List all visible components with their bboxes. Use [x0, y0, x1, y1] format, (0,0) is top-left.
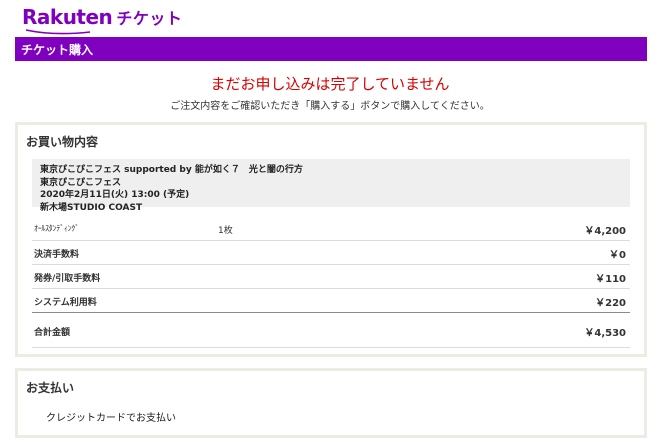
event-subtitle: 東京ぴこぴこフェス — [40, 177, 122, 188]
price-row-label: 発券/引取手数料 — [34, 274, 101, 284]
event-info: 東京ぴこぴこフェス supported by 能が如く７ 光と闇の行方 東京ぴこ… — [32, 159, 630, 213]
total-label: 合計金額 — [34, 328, 71, 338]
price-row-amount: ￥110 — [595, 274, 626, 285]
logo-product-text: チケット — [116, 9, 183, 28]
price-row-total: 合計金額 ￥4,530 — [32, 313, 630, 348]
purchase-heading: お買い物内容 — [26, 135, 99, 149]
confirm-instruction: ご注文内容をご確認いただき「購入する」ボタンで購入してください。 — [170, 101, 490, 112]
price-row-ticket: ｵｰﾙｽﾀﾝﾃﾞｨﾝｸﾞ 1枚 ￥4,200 — [32, 217, 630, 241]
event-datetime: 2020年2月11日(火) 13:00 (予定) — [40, 190, 190, 200]
payment-heading: お支払い — [26, 381, 75, 395]
incomplete-warning: まだお申し込みは完了していません — [210, 75, 450, 93]
purchase-summary-panel: お買い物内容 東京ぴこぴこフェス supported by 能が如く７ 光と闇の… — [15, 122, 647, 357]
price-row-system-fee: システム利用料 ￥220 — [32, 289, 630, 313]
price-row-amount: ￥220 — [595, 298, 626, 309]
event-venue: 新木場STUDIO COAST — [40, 202, 143, 213]
price-table: ｵｰﾙｽﾀﾝﾃﾞｨﾝｸﾞ 1枚 ￥4,200 決済手数料 ￥0 発券/引取手数料… — [32, 217, 630, 348]
price-row-label: 決済手数料 — [34, 250, 80, 260]
price-row-amount: ￥4,200 — [584, 226, 626, 237]
price-row-payment-fee: 決済手数料 ￥0 — [32, 241, 630, 265]
event-name: 東京ぴこぴこフェス supported by 能が如く７ 光と闇の行方 — [40, 165, 303, 175]
price-row-issue-fee: 発券/引取手数料 ￥110 — [32, 265, 630, 289]
price-row-qty: 1枚 — [218, 226, 233, 236]
logo-swoosh-icon — [25, 29, 91, 35]
total-amount: ￥4,530 — [584, 328, 626, 339]
logo-brand-text: Rakuten — [22, 5, 113, 29]
page-title: チケット購入 — [21, 42, 94, 57]
rakuten-ticket-logo[interactable]: Rakuten チケット — [22, 5, 182, 29]
payment-method-label: クレジットカードでお支払い — [46, 413, 176, 424]
payment-panel: お支払い クレジットカードでお支払い — [15, 368, 647, 438]
page-title-bar: チケット購入 — [15, 37, 647, 61]
price-row-amount: ￥0 — [609, 250, 626, 261]
price-row-label: ｵｰﾙｽﾀﾝﾃﾞｨﾝｸﾞ — [34, 224, 79, 233]
price-row-label: システム利用料 — [34, 298, 97, 308]
